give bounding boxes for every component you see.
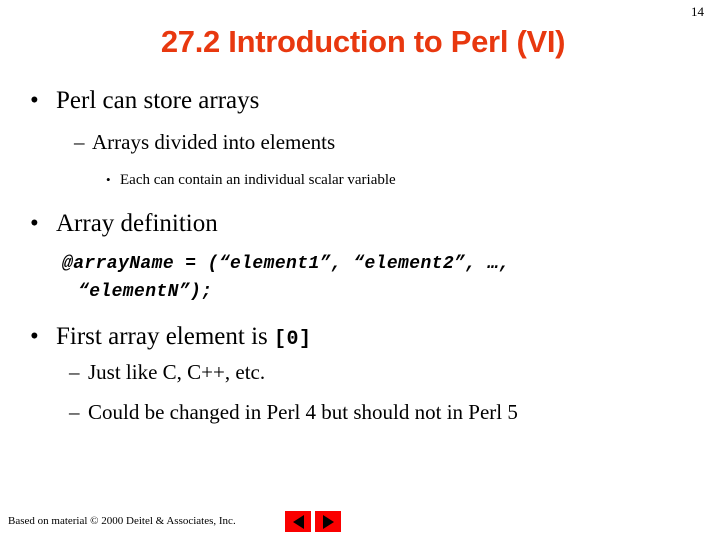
dash-marker-icon: – — [69, 360, 80, 384]
bullet-arrays-divided-into-elements: – Arrays divided into elements — [0, 127, 720, 158]
bullet-first-array-element: • First array element is [0] — [0, 320, 720, 357]
bullet-marker-icon: • — [30, 87, 39, 114]
bullet-text: Array definition — [56, 210, 218, 237]
bullet-just-like-c: – Just like C, C++, etc. — [0, 357, 720, 388]
bullet-text: Arrays divided into elements — [92, 130, 336, 154]
triangle-right-icon — [322, 514, 334, 529]
dash-marker-icon: – — [74, 130, 85, 154]
code-line-array-definition-2: “elementN”); — [78, 282, 213, 302]
inline-code-index-zero: [0] — [274, 328, 312, 351]
page-number: 14 — [691, 4, 704, 19]
previous-slide-button[interactable] — [285, 511, 311, 532]
footer-attribution: Based on material © 2000 Deitel & Associ… — [8, 515, 236, 527]
bullet-text: Perl can store arrays — [56, 87, 260, 114]
bullet-array-definition: • Array definition — [0, 207, 720, 241]
code-line-array-definition-1: @arrayName = (“element1”, “element2”, …, — [62, 254, 511, 274]
slide-footer: Based on material © 2000 Deitel & Associ… — [8, 508, 712, 532]
slide-canvas: 14 27.2 Introduction to Perl (VI) • Perl… — [0, 0, 720, 540]
bullet-could-be-changed-perl4: – Could be changed in Perl 4 but should … — [0, 397, 720, 428]
next-slide-button[interactable] — [315, 511, 341, 532]
dash-marker-icon: – — [69, 400, 80, 424]
bullet-text: Could be changed in Perl 4 but should no… — [88, 400, 518, 424]
slide-title: 27.2 Introduction to Perl (VI) — [160, 24, 566, 59]
bullet-text: First array element is — [56, 323, 274, 350]
bullet-marker-icon: • — [106, 172, 111, 187]
bullet-marker-icon: • — [30, 210, 39, 237]
bullet-perl-can-store-arrays: • Perl can store arrays — [0, 84, 720, 118]
bullet-text: Each can contain an individual scalar va… — [120, 172, 396, 188]
bullet-text: Just like C, C++, etc. — [88, 360, 266, 384]
slide-body: • Perl can store arrays – Arrays divided… — [0, 84, 720, 428]
triangle-left-icon — [292, 514, 304, 529]
bullet-each-can-contain-scalar: • Each can contain an individual scalar … — [0, 167, 720, 193]
bullet-marker-icon: • — [30, 323, 39, 350]
